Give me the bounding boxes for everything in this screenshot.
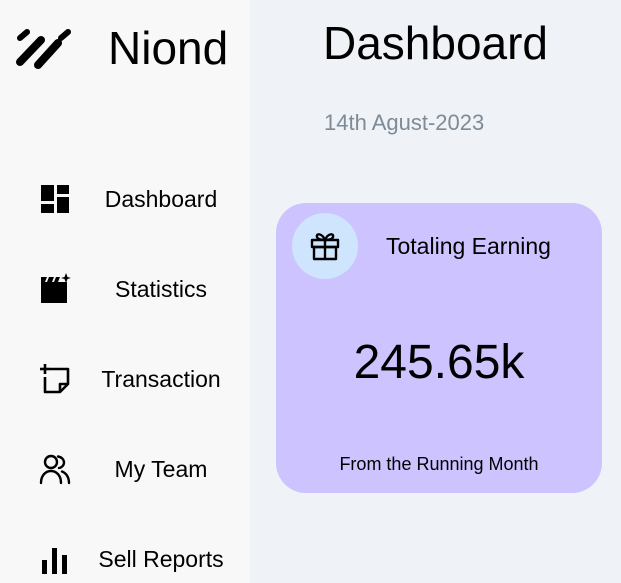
sidebar-item-my-team[interactable]: My Team [0, 439, 250, 499]
dashboard-icon [41, 185, 69, 213]
slash-marks-icon [16, 29, 71, 69]
gift-icon [310, 233, 340, 261]
clapperboard-icon [41, 273, 71, 303]
card-icon-badge [292, 213, 358, 279]
page-title: Dashboard [322, 17, 549, 69]
sidebar-item-label: Dashboard [104, 186, 218, 212]
sidebar-item-label: Sell Reports [98, 546, 224, 572]
sidebar-item-dashboard[interactable]: Dashboard [0, 169, 250, 229]
sidebar-item-label: My Team [114, 456, 208, 482]
bar-chart-icon [42, 548, 67, 574]
users-icon [39, 454, 71, 485]
earning-value: 245.65k [353, 336, 525, 389]
brand-name: Niond [108, 22, 229, 74]
sidebar-item-label: Statistics [114, 276, 208, 302]
earning-card[interactable]: Totaling Earning 245.65k From the Runnin… [276, 203, 602, 493]
card-subtitle: From the Running Month [339, 454, 539, 474]
card-title: Totaling Earning [386, 233, 551, 259]
sidebar-item-transaction[interactable]: Transaction [0, 349, 250, 409]
sidebar-item-sell-reports[interactable]: Sell Reports [0, 529, 250, 583]
brand[interactable]: Niond [14, 20, 244, 80]
sidebar: Niond Dashboard Statistics Transaction M… [0, 0, 250, 583]
page-date: 14th Agust-2023 [324, 110, 485, 135]
sidebar-item-label: Transaction [101, 366, 221, 392]
sidebar-item-statistics[interactable]: Statistics [0, 259, 250, 319]
sticky-note-add-icon [40, 364, 70, 394]
